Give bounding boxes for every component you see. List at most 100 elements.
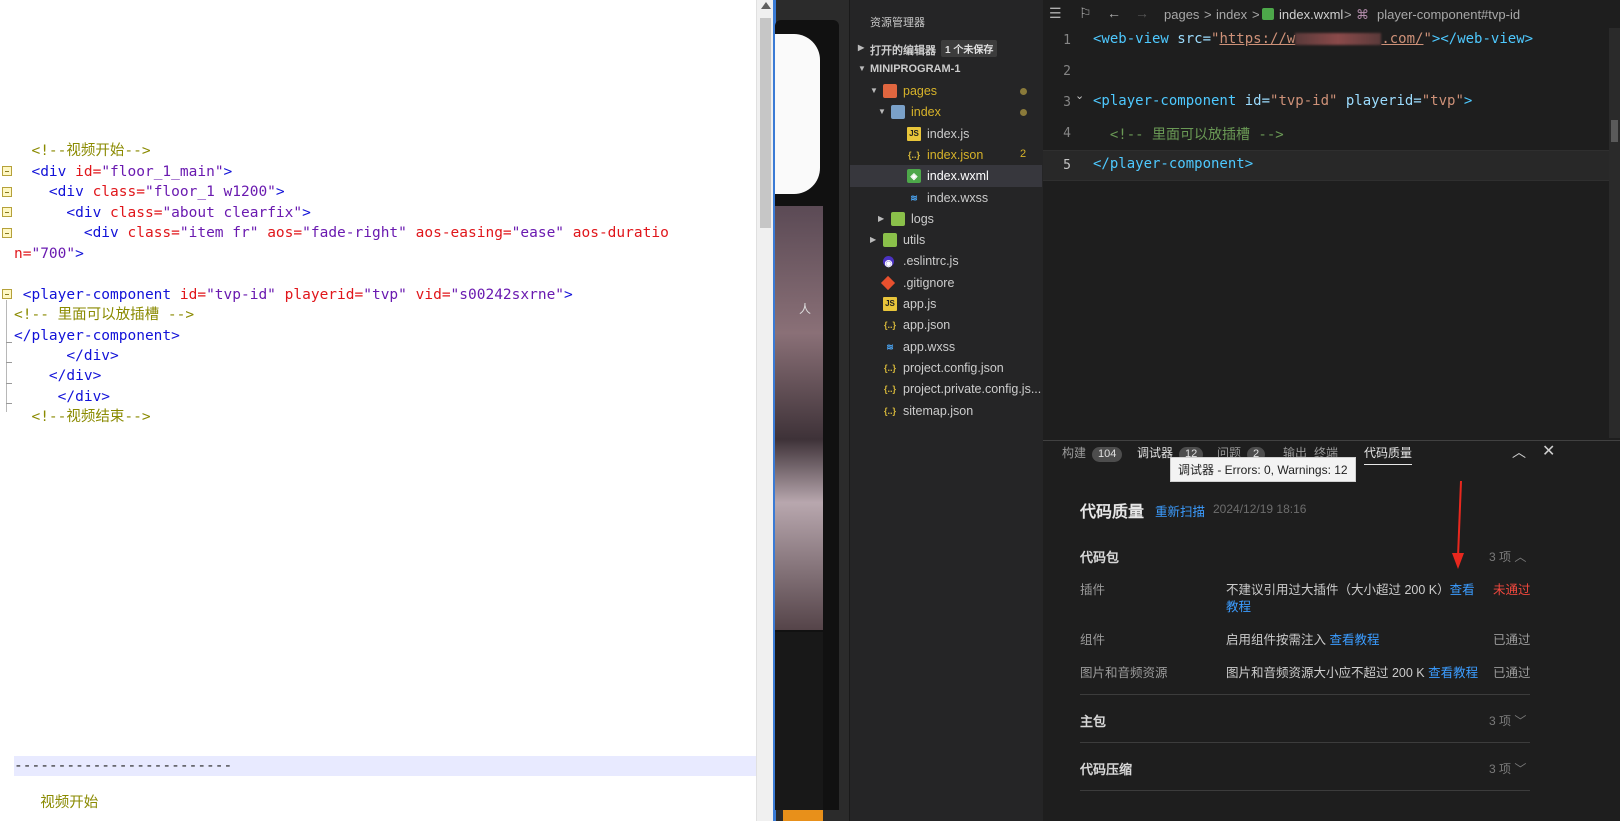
code-line[interactable]: <!--视频开始--> [14,141,150,162]
back-arrow-icon[interactable]: ← [1107,5,1121,21]
tree-item-pages[interactable]: ▼ pages [850,80,1050,102]
breadcrumb-item-index[interactable]: index [1216,7,1247,22]
fold-gutter [0,0,14,821]
breadcrumb-item-file[interactable]: index.wxml [1279,7,1343,22]
tree-item-app-wxss[interactable]: ≋ app.wxss [850,336,1050,358]
code-line[interactable]: <div class="about clearfix"> [14,203,310,224]
tree-item-utils[interactable]: ▶ utils [850,229,1050,251]
editor-scrollbar[interactable] [1609,28,1620,438]
breadcrumb-item-symbol[interactable]: player-component#tvp-id [1377,7,1520,22]
tree-item-index-wxss[interactable]: ≋ index.wxss [850,187,1050,209]
tree-item-project-private-config-js[interactable]: {..} project.private.config.js... [850,378,1050,400]
fold-marker[interactable] [2,166,12,176]
tab-label: 代码质量 [1364,446,1413,460]
editor-line[interactable]: 5 </player-component> [1043,150,1620,181]
chevron-up-icon[interactable]: ︿ [1512,442,1526,462]
breadcrumb-item-pages[interactable]: pages [1164,7,1199,22]
close-icon[interactable]: ✕ [1542,441,1555,461]
scroll-up-arrow-icon[interactable] [761,2,771,9]
group-count[interactable]: 3 项 ︿ [1489,548,1526,565]
code-line[interactable]: <!-- 里面可以放插槽 --> [14,305,194,326]
code-line[interactable]: <!--视频结束--> [14,407,151,428]
list-icon[interactable]: ☰ [1049,5,1062,22]
code-line[interactable]: <div class="floor_1 w1200"> [14,182,285,203]
code-line[interactable]: </div> [14,387,110,408]
code-quality-title: 代码质量 [1080,504,1145,521]
fold-marker[interactable] [2,187,12,197]
tree-item-eslintrc-js[interactable]: ◉ .eslintrc.js [850,250,1050,272]
line-code[interactable]: </player-component> [1093,156,1253,172]
code-editor[interactable]: ☰ ⚐ ← → pages > index > index.wxml > ⌘ p… [1043,0,1620,440]
view-tutorial-link[interactable]: 查看教程 [1428,666,1478,680]
fold-chevron-icon[interactable]: ⌄ [1075,89,1084,102]
code-line[interactable]: <div class="item fr" aos="fade-right" ao… [14,223,669,244]
code-token: <!--视频结束--> [31,409,151,425]
forward-arrow-icon[interactable]: → [1135,5,1149,21]
code-line[interactable]: <player-component id="tvp-id" playerid="… [14,285,573,306]
code-line[interactable]: </player-component> [14,326,180,347]
group-title[interactable]: 代码包 [1080,547,1119,566]
debugger-tooltip: 调试器 - Errors: 0, Warnings: 12 [1170,457,1356,482]
view-tutorial-link-cont[interactable]: 教程 [1226,596,1251,615]
group-count[interactable]: 3 项 ﹀ [1489,760,1526,777]
code-token: vid= [415,287,451,303]
tree-item-gitignore[interactable]: .gitignore [850,272,1050,294]
tree-item-index[interactable]: ▼ index [850,101,1050,123]
scrollbar-thumb[interactable] [760,18,771,228]
eslint-file-icon: ◉ [883,256,894,269]
tree-item-app-json[interactable]: {..} app.json [850,314,1050,336]
code-token: " [1423,31,1432,47]
code-line[interactable]: </div> [14,346,119,367]
code-line[interactable]: </div> [14,366,101,387]
code-token: "s00242sxrne" [450,287,565,303]
tab-0[interactable]: 构建 104 [1062,444,1123,462]
file-name: utils [903,233,926,248]
editor-line[interactable]: 4 <!-- 里面可以放插槽 --> [1043,119,1620,150]
tree-item-app-js[interactable]: JS app.js [850,293,1050,315]
code-token: aos-duratio [572,225,669,241]
left-vertical-scrollbar[interactable] [756,0,773,821]
chevron-down-icon: ﹀ [1511,714,1527,728]
simulator-phone[interactable]: 人 [775,20,839,810]
editor-line[interactable]: 3 <player-component id="tvp-id" playerid=… [1043,88,1620,119]
red-annotation-arrow [1452,481,1464,569]
group-title[interactable]: 代码压缩 [1080,759,1132,778]
line-code[interactable]: <player-component id="tvp-id" playerid="… [1093,93,1472,109]
file-name: index.wxss [927,190,989,205]
file-name: app.wxss [903,339,956,354]
code-token: </div> [66,348,119,364]
json-file-icon: {..} [883,405,896,416]
bookmark-icon[interactable]: ⚐ [1079,5,1092,22]
tree-item-logs[interactable]: ▶ logs [850,208,1050,230]
editor-line[interactable]: 1 <web-view src="https://w .com/"></web-vi… [1043,26,1620,57]
view-tutorial-link[interactable]: 查看教程 [1329,633,1379,647]
group-count[interactable]: 3 项 ﹀ [1489,712,1526,729]
line-code[interactable]: <web-view src="https://w .com/"></web-vie… [1093,31,1533,47]
explorer-title: 资源管理器 [870,17,925,29]
fold-marker[interactable] [2,207,12,217]
tree-item-index-js[interactable]: JS index.js [850,123,1050,145]
line-code[interactable]: <!-- 里面可以放插槽 --> [1093,124,1284,144]
simulator-preview[interactable]: 人 [773,0,849,821]
file-name: project.private.config.js... [903,382,1042,397]
code-line[interactable]: <div id="floor_1_main"> [14,162,232,183]
tree-item-sitemap-json[interactable]: {..} sitemap.json [850,400,1050,422]
code-token: class= [110,205,163,221]
left-text-editor[interactable]: <!--视频开始--> <div id="floor_1_main"> <div… [0,0,773,821]
tab-5[interactable]: 代码质量 [1364,444,1413,465]
editor-line[interactable]: 2 [1043,57,1620,88]
view-tutorial-link[interactable]: 查看 [1450,583,1475,597]
code-token: <div [83,225,128,241]
rescan-link[interactable]: 重新扫描 [1155,501,1205,520]
code-token: </player-component> [1093,156,1254,172]
tree-item-project-config-json[interactable]: {..} project.config.json [850,357,1050,379]
tree-item-index-json[interactable]: {..} index.json 2 [850,144,1050,166]
code-line[interactable]: n="700"> [14,244,84,265]
fold-marker[interactable] [2,289,12,299]
tree-item-index-wxml[interactable]: ◈ index.wxml [850,165,1042,188]
group-title[interactable]: 主包 [1080,711,1106,730]
wxml-file-icon: ◈ [907,169,921,184]
fold-marker[interactable] [2,228,12,238]
chevron-right-icon: ▶ [858,43,865,52]
